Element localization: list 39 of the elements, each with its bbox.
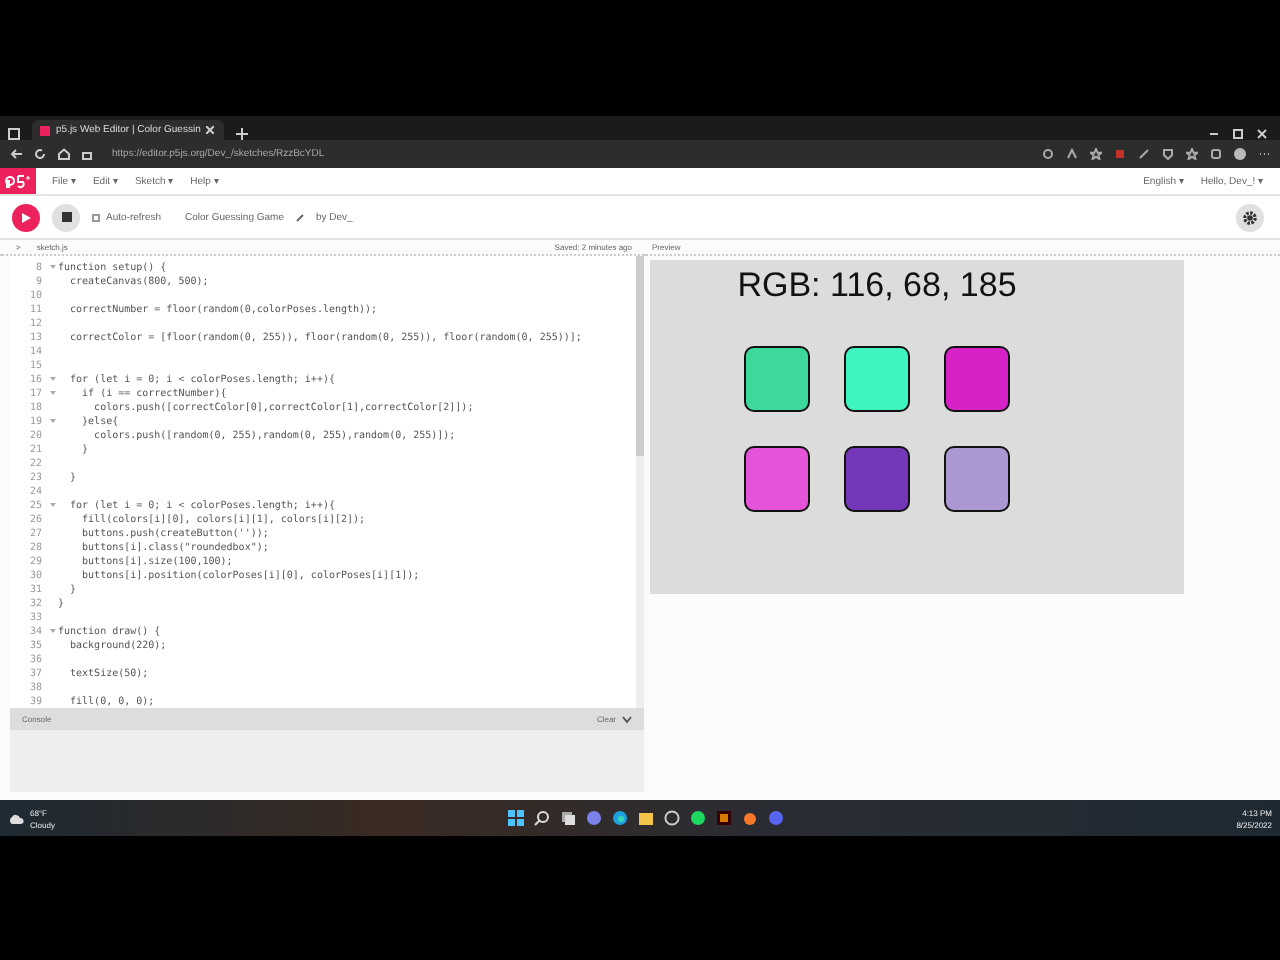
color-swatch[interactable] [844, 446, 910, 512]
new-tab-icon[interactable] [236, 128, 248, 140]
stop-icon [61, 212, 71, 222]
play-button[interactable] [12, 203, 40, 231]
play-icon [20, 211, 32, 223]
restore-icon[interactable] [1232, 128, 1244, 140]
color-swatch[interactable] [944, 446, 1010, 512]
back-icon[interactable] [10, 148, 22, 160]
rgb-heading: RGB: 116, 68, 185 [737, 266, 1017, 306]
chevron-icon[interactable] [622, 715, 632, 723]
color-swatch[interactable] [744, 446, 810, 512]
color-swatch[interactable] [944, 346, 1010, 412]
close-icon[interactable] [1256, 128, 1268, 140]
shield-icon[interactable] [1162, 148, 1174, 160]
zoom-icon[interactable] [1042, 148, 1054, 160]
p5-logo[interactable] [4, 173, 32, 189]
reload-icon[interactable] [34, 148, 46, 160]
color-swatch[interactable] [844, 346, 910, 412]
settings-button[interactable] [1236, 203, 1264, 231]
p5-favicon [40, 125, 50, 135]
extension-icon[interactable] [1114, 148, 1126, 160]
auto-refresh-checkbox[interactable] [92, 213, 100, 221]
favorite-icon[interactable] [1090, 148, 1102, 160]
browser-icon[interactable] [611, 810, 628, 826]
color-swatch[interactable] [744, 346, 810, 412]
pencil-icon[interactable] [295, 213, 304, 221]
home-icon[interactable] [58, 148, 70, 160]
star-list-icon[interactable] [1186, 148, 1198, 160]
start-icon[interactable] [507, 810, 524, 826]
tab-actions-icon[interactable] [8, 128, 20, 140]
stop-button[interactable] [52, 203, 80, 231]
folder-icon[interactable] [637, 810, 654, 826]
close-icon[interactable] [206, 126, 215, 134]
cloud-icon[interactable] [8, 813, 24, 823]
profile-icon[interactable] [1234, 148, 1246, 160]
search-icon[interactable] [533, 810, 550, 826]
task-view-icon[interactable] [559, 810, 576, 826]
minimize-icon[interactable] [1208, 128, 1220, 140]
settings-icon [1242, 209, 1258, 225]
